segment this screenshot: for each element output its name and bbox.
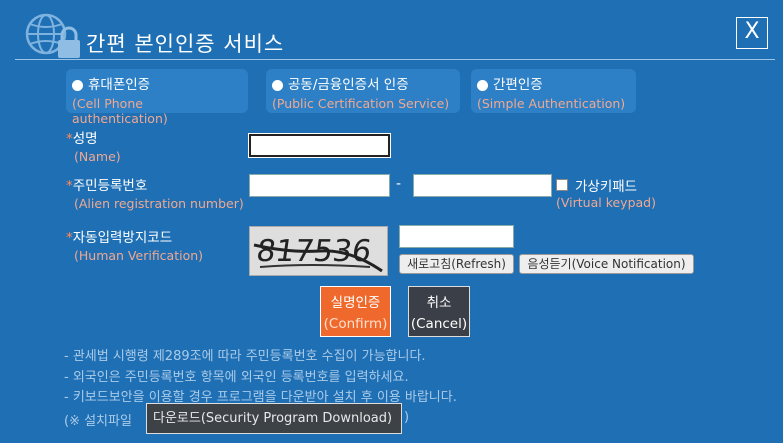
method-sub: (Cell Phone authentication) [72,96,168,126]
registration-dash: - [396,176,402,192]
captcha-label: *자동입력방지코드 (Human Verification) [66,230,204,263]
method-cell-phone[interactable]: 휴대폰인증 (Cell Phone authentication) [66,69,248,126]
dialog-title: 간편 본인인증 서비스 [86,32,285,56]
download-button[interactable]: 다운로드(Security Program Download) [146,403,402,434]
cancel-button[interactable]: 취소 (Cancel) [408,286,470,337]
notice-text: - 관세법 시행령 제289조에 따라 주민등록번호 수집이 가능합니다. [64,349,426,364]
confirm-button[interactable]: 실명인증 (Confirm) [320,286,391,337]
auth-dialog: 간편 본인인증 서비스 X 휴대폰인증 (Cell Phone authenti… [0,0,783,443]
radio-icon[interactable] [477,79,488,91]
captcha-image: 817536 [249,226,388,276]
captcha-input[interactable] [399,225,514,248]
globe-lock-icon [24,12,84,60]
method-simple[interactable]: 간편인증 (Simple Authentication) [471,69,636,113]
title-bar: 간편 본인인증 서비스 X [0,0,783,60]
name-label: *성명 (Name) [66,131,121,164]
install-suffix: ) [404,410,410,425]
virtual-keypad-label: 가상키패드 [575,179,638,195]
method-public-cert[interactable]: 공동/금융인증서 인증 (Public Certification Servic… [266,69,460,113]
method-label: 공동/금융인증서 인증 [288,77,409,93]
registration-label: *주민등록번호 (Alien registration number) [66,178,244,211]
method-label: 휴대폰인증 [88,77,151,93]
title-divider [15,59,775,60]
method-sub: (Public Certification Service) [272,96,450,111]
virtual-keypad-sub: (Virtual keypad) [556,195,656,210]
registration-back-input[interactable] [413,174,552,197]
radio-icon[interactable] [272,79,283,91]
method-label: 간편인증 [493,77,543,93]
virtual-keypad-checkbox[interactable] [556,179,568,191]
radio-icon[interactable] [72,79,83,91]
voice-notification-button[interactable]: 음성듣기(Voice Notification) [519,254,694,274]
close-button[interactable]: X [736,17,768,49]
notice-text: - 외국인은 주민등록번호 항목에 외국인 등록번호를 입력하세요. [64,370,409,385]
name-input[interactable] [249,134,390,157]
install-prefix: (※ 설치파일 [64,414,132,429]
registration-front-input[interactable] [249,174,390,197]
method-sub: (Simple Authentication) [477,96,626,111]
refresh-button[interactable]: 새로고침(Refresh) [399,254,514,274]
